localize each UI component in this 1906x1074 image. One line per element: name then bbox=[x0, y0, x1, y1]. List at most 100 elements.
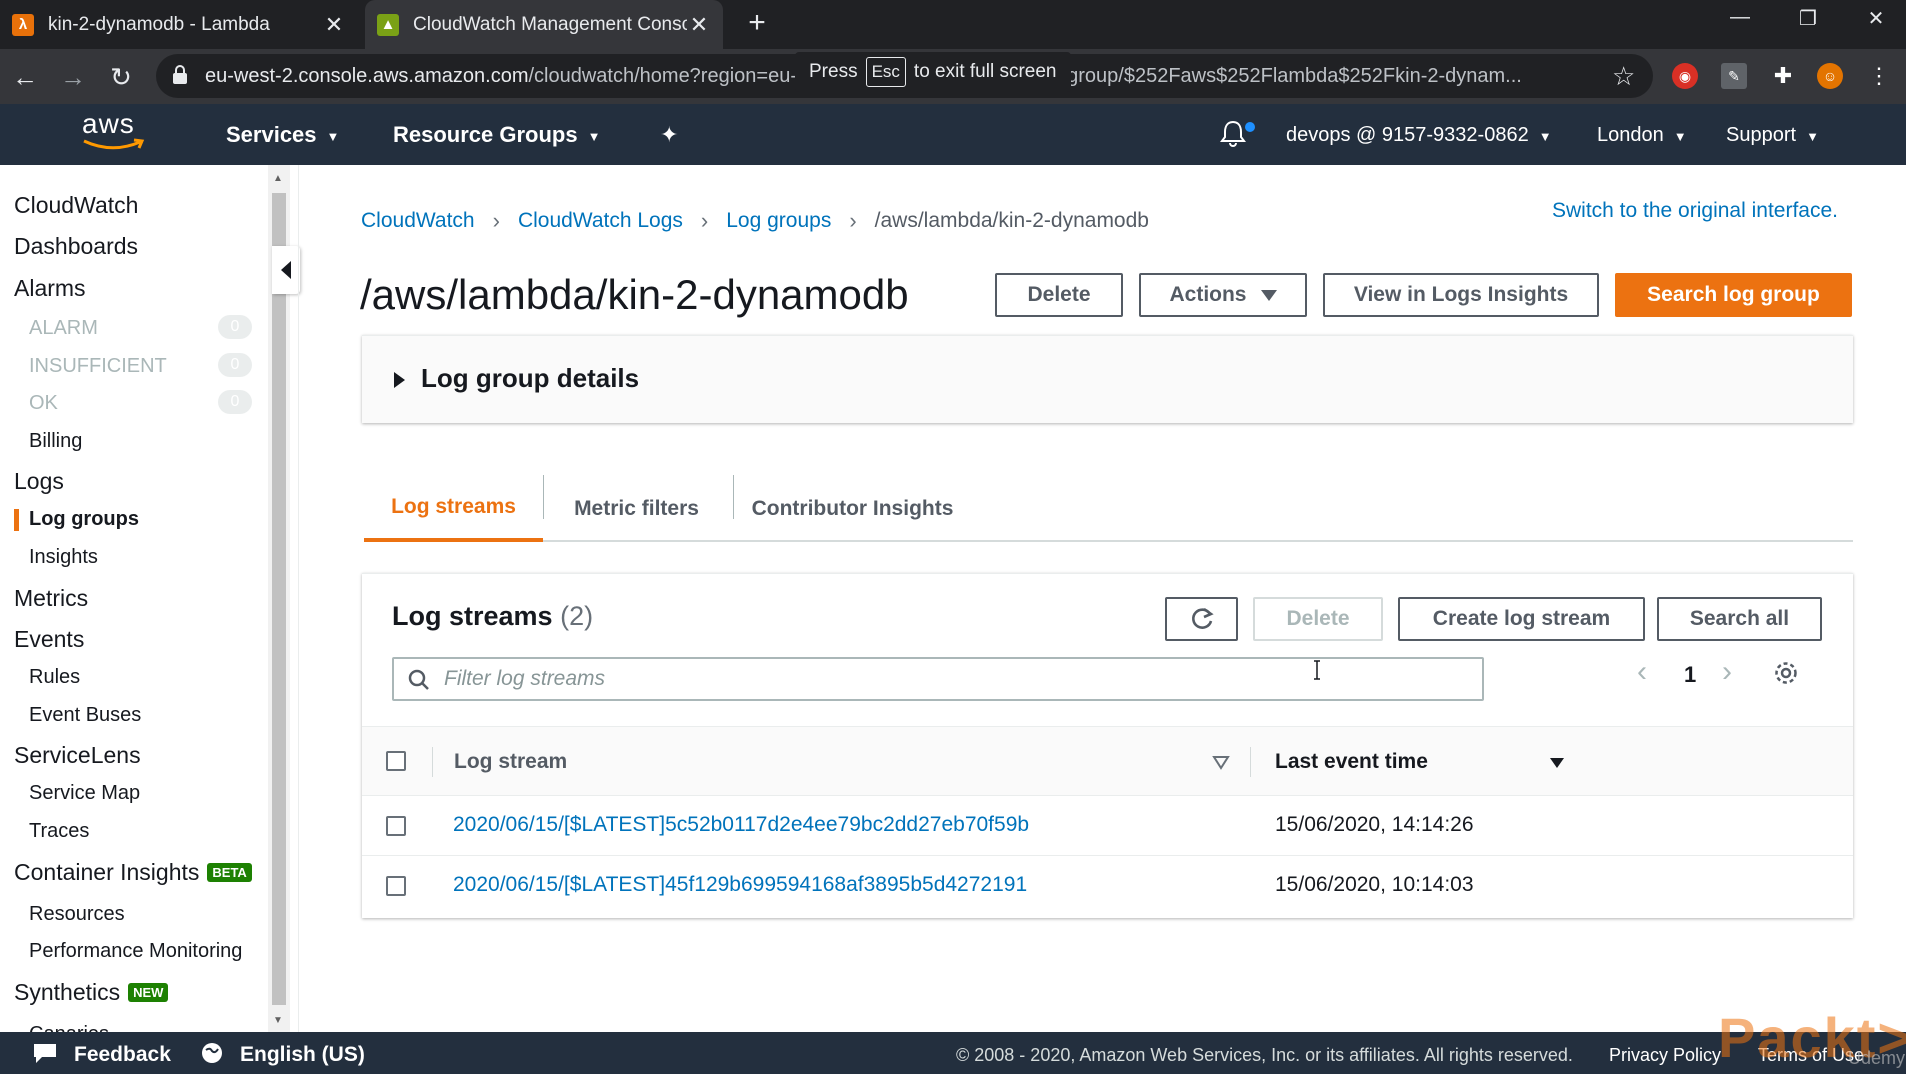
close-icon[interactable]: ✕ bbox=[322, 12, 346, 38]
sidebar-item-cloudwatch[interactable]: CloudWatch bbox=[14, 192, 138, 219]
services-label: Services bbox=[226, 122, 317, 147]
sidebar-item-canaries[interactable]: Canaries bbox=[29, 1023, 109, 1032]
row-checkbox[interactable] bbox=[386, 876, 406, 896]
log-stream-link[interactable]: 2020/06/15/[$LATEST]5c52b0117d2e4ee79bc2… bbox=[453, 813, 1029, 837]
account-menu[interactable]: devops @ 9157-9332-0862 ▼ bbox=[1286, 124, 1552, 147]
sidebar-item-metrics[interactable]: Metrics bbox=[14, 585, 88, 612]
restore-icon[interactable]: ❐ bbox=[1788, 6, 1828, 31]
bookmark-star-icon[interactable]: ☆ bbox=[1612, 61, 1635, 92]
browser-tab-bar: λ kin-2-dynamodb - Lambda ✕ ▲ CloudWatch… bbox=[0, 0, 1906, 49]
sidebar-item-logs[interactable]: Logs bbox=[14, 468, 64, 495]
minimize-icon[interactable]: — bbox=[1720, 6, 1760, 29]
scrollbar-thumb[interactable] bbox=[272, 193, 286, 1005]
lock-icon bbox=[173, 65, 187, 84]
aws-logo[interactable]: aws bbox=[82, 110, 146, 156]
profile-avatar[interactable]: ☺ bbox=[1817, 63, 1843, 89]
page-number[interactable]: 1 bbox=[1684, 662, 1696, 688]
scroll-up-icon[interactable]: ▲ bbox=[273, 173, 283, 184]
close-icon[interactable]: ✕ bbox=[687, 12, 711, 38]
delete-log-group-button[interactable]: Delete bbox=[995, 273, 1123, 317]
delete-stream-button[interactable]: Delete bbox=[1253, 597, 1383, 641]
globe-icon[interactable] bbox=[200, 1041, 224, 1065]
window-close-icon[interactable]: ✕ bbox=[1856, 6, 1896, 31]
scroll-down-icon[interactable]: ▼ bbox=[273, 1015, 283, 1026]
collapse-sidebar-button[interactable] bbox=[272, 246, 300, 294]
new-tab-icon[interactable]: + bbox=[742, 8, 772, 40]
column-header-log-stream[interactable]: Log stream bbox=[454, 750, 567, 774]
feedback-icon[interactable] bbox=[32, 1041, 58, 1065]
browser-tab-cloudwatch[interactable]: ▲ CloudWatch Management Conso ✕ bbox=[365, 0, 723, 49]
filter-funnel-icon[interactable] bbox=[1212, 755, 1230, 771]
prev-page-icon[interactable]: ‹ bbox=[1637, 655, 1647, 689]
breadcrumb-cloudwatch-logs[interactable]: CloudWatch Logs bbox=[518, 209, 683, 233]
insufficient-count-badge: 0 bbox=[218, 353, 252, 377]
footer: Feedback English (US) © 2008 - 2020, Ama… bbox=[0, 1032, 1906, 1074]
bell-icon[interactable] bbox=[1218, 118, 1248, 148]
log-stream-link[interactable]: 2020/06/15/[$LATEST]45f129b699594168af38… bbox=[453, 873, 1027, 897]
sidebar-item-resources[interactable]: Resources bbox=[29, 903, 125, 926]
sidebar-item-servicelens[interactable]: ServiceLens bbox=[14, 742, 141, 769]
filter-log-streams-input[interactable] bbox=[444, 665, 1464, 693]
region-menu[interactable]: London ▼ bbox=[1597, 124, 1687, 147]
row-checkbox[interactable] bbox=[386, 816, 406, 836]
services-menu[interactable]: Services ▼ bbox=[226, 122, 339, 148]
extension-icon-note[interactable]: ✎ bbox=[1721, 63, 1747, 89]
sidebar-item-ok[interactable]: OK bbox=[29, 392, 58, 415]
sidebar-item-alarms[interactable]: Alarms bbox=[14, 275, 86, 302]
back-icon[interactable]: ← bbox=[10, 62, 40, 92]
sidebar-scrollbar[interactable]: ▲ ▼ bbox=[268, 165, 290, 1032]
sidebar-item-synthetics[interactable]: Synthetics NEW bbox=[14, 979, 169, 1006]
privacy-policy-link[interactable]: Privacy Policy bbox=[1609, 1045, 1721, 1066]
sidebar-item-event-buses[interactable]: Event Buses bbox=[29, 704, 141, 727]
sidebar-item-events[interactable]: Events bbox=[14, 626, 84, 653]
sidebar-item-traces[interactable]: Traces bbox=[29, 820, 89, 843]
feedback-link[interactable]: Feedback bbox=[74, 1043, 171, 1067]
tab-log-streams[interactable]: Log streams bbox=[364, 475, 543, 542]
extension-icon-red[interactable]: ◉ bbox=[1672, 63, 1698, 89]
sidebar-item-performance-monitoring[interactable]: Performance Monitoring bbox=[29, 940, 242, 963]
column-header-last-event-time[interactable]: Last event time bbox=[1275, 750, 1428, 774]
copyright-text: © 2008 - 2020, Amazon Web Services, Inc.… bbox=[956, 1045, 1573, 1065]
pin-icon[interactable]: ✦ bbox=[660, 122, 678, 148]
settings-gear-icon[interactable] bbox=[1773, 660, 1799, 686]
sidebar-item-insufficient[interactable]: INSUFFICIENT bbox=[29, 355, 167, 378]
switch-interface-link[interactable]: Switch to the original interface. bbox=[1552, 199, 1838, 223]
next-page-icon[interactable]: › bbox=[1722, 655, 1732, 689]
support-menu[interactable]: Support ▼ bbox=[1726, 124, 1819, 147]
sidebar-item-container-insights[interactable]: Container Insights BETA bbox=[14, 859, 252, 886]
ok-count-badge: 0 bbox=[218, 390, 252, 414]
sidebar-item-service-map[interactable]: Service Map bbox=[29, 782, 140, 805]
log-group-details-panel[interactable]: Log group details bbox=[362, 335, 1853, 423]
lambda-icon: λ bbox=[12, 13, 34, 36]
language-selector[interactable]: English (US) bbox=[240, 1043, 365, 1067]
synthetics-label: Synthetics bbox=[14, 979, 121, 1005]
search-log-group-button[interactable]: Search log group bbox=[1615, 273, 1852, 317]
sort-descending-icon[interactable] bbox=[1548, 756, 1566, 770]
text-cursor-icon bbox=[1314, 660, 1320, 680]
view-in-logs-insights-button[interactable]: View in Logs Insights bbox=[1323, 273, 1599, 317]
sidebar-item-rules[interactable]: Rules bbox=[29, 666, 80, 689]
extensions-puzzle-icon[interactable]: ✚ bbox=[1770, 63, 1796, 89]
sidebar-item-log-groups[interactable]: Log groups bbox=[29, 508, 139, 531]
forward-icon[interactable]: → bbox=[58, 62, 88, 92]
browser-menu-icon[interactable]: ⋮ bbox=[1866, 63, 1892, 89]
actions-dropdown[interactable]: Actions bbox=[1139, 273, 1307, 317]
sidebar-item-dashboards[interactable]: Dashboards bbox=[14, 233, 138, 260]
breadcrumb-cloudwatch[interactable]: CloudWatch bbox=[361, 209, 475, 233]
tab-metric-filters[interactable]: Metric filters bbox=[544, 475, 729, 542]
column-divider bbox=[1250, 747, 1251, 777]
refresh-button[interactable] bbox=[1165, 597, 1238, 641]
reload-icon[interactable]: ↻ bbox=[106, 62, 136, 92]
create-log-stream-button[interactable]: Create log stream bbox=[1398, 597, 1645, 641]
sidebar-item-billing[interactable]: Billing bbox=[29, 430, 82, 453]
browser-tab-lambda[interactable]: λ kin-2-dynamodb - Lambda ✕ bbox=[0, 0, 358, 49]
search-group-label: Search log group bbox=[1647, 283, 1820, 306]
select-all-checkbox[interactable] bbox=[386, 751, 406, 771]
tab-contributor-insights[interactable]: Contributor Insights bbox=[734, 475, 971, 542]
resource-groups-menu[interactable]: Resource Groups ▼ bbox=[393, 122, 600, 148]
sidebar-item-insights[interactable]: Insights bbox=[29, 546, 98, 569]
sidebar-item-alarm[interactable]: ALARM bbox=[29, 317, 98, 340]
search-all-button[interactable]: Search all bbox=[1657, 597, 1822, 641]
chevron-right-icon: › bbox=[492, 208, 500, 233]
breadcrumb-log-groups[interactable]: Log groups bbox=[726, 209, 831, 233]
